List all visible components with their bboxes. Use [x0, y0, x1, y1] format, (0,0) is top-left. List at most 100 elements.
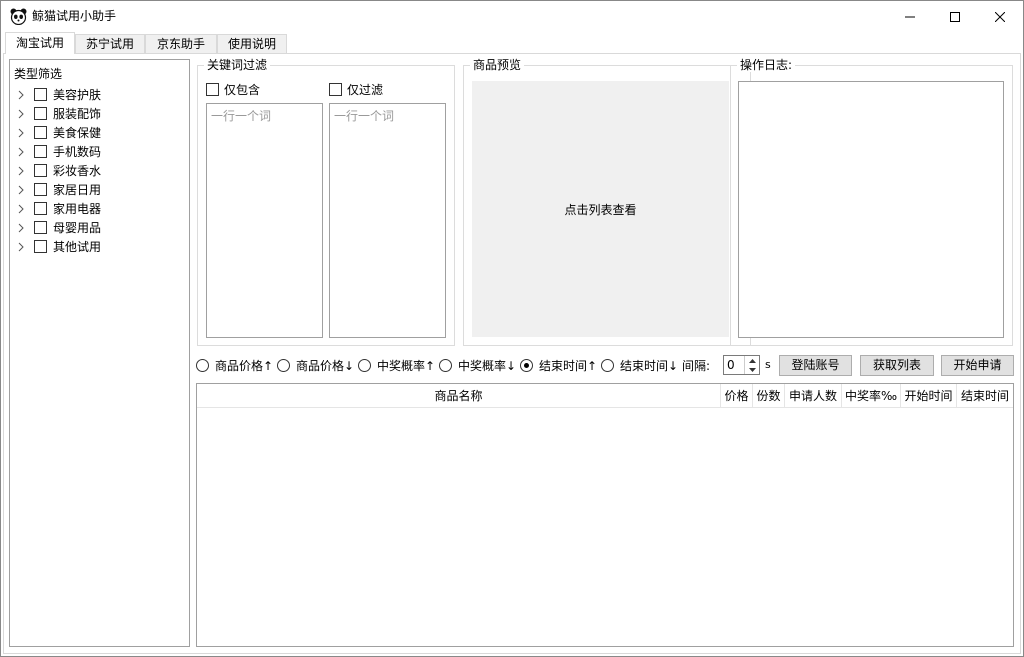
fetch-list-button[interactable]: 获取列表	[860, 355, 934, 376]
close-icon	[995, 11, 1005, 22]
close-button[interactable]	[977, 1, 1023, 32]
checkbox[interactable]	[34, 202, 47, 215]
include-placeholder: 一行一个词	[211, 109, 272, 123]
radio-label: 商品价格↓	[296, 358, 355, 373]
tree-item-label: 母婴用品	[53, 221, 102, 235]
tab-jd[interactable]: 京东助手	[145, 34, 217, 54]
checkbox[interactable]	[34, 145, 47, 158]
sort-probability-desc-radio[interactable]: 中奖概率↓	[439, 357, 516, 373]
tab-taobao[interactable]: 淘宝试用	[5, 32, 75, 54]
tree-item-beauty[interactable]: 美容护肤	[16, 85, 101, 104]
minimize-icon	[905, 16, 915, 17]
interval-unit: s	[765, 358, 771, 371]
tree-item-label: 美容护肤	[53, 88, 102, 102]
operation-log-textbox[interactable]	[738, 81, 1004, 338]
chevron-right-icon[interactable]	[16, 109, 26, 119]
chevron-right-icon[interactable]	[16, 147, 26, 157]
tab-suning[interactable]: 苏宁试用	[75, 34, 145, 54]
radio-button[interactable]	[601, 358, 614, 372]
caret-up-icon	[748, 358, 756, 363]
title-bar: 鲸猫试用小助手	[1, 1, 1023, 32]
tree-item-baby[interactable]: 母婴用品	[16, 218, 101, 237]
spin-down-button[interactable]	[744, 365, 759, 374]
tree-item-household[interactable]: 家居日用	[16, 180, 101, 199]
tree-item-label: 家用电器	[53, 202, 102, 216]
chevron-right-icon[interactable]	[16, 204, 26, 214]
checkbox[interactable]	[34, 107, 47, 120]
exclude-only-label: 仅过滤	[347, 83, 384, 97]
tree-item-cosmetics[interactable]: 彩妆香水	[16, 161, 101, 180]
radio-button[interactable]	[277, 358, 290, 372]
tree-item-label: 美食保健	[53, 126, 102, 140]
radio-label: 中奖概率↓	[458, 358, 517, 373]
checkbox[interactable]	[34, 221, 47, 234]
chevron-right-icon[interactable]	[16, 185, 26, 195]
column-header-start-time[interactable]: 开始时间	[901, 384, 957, 408]
checkbox[interactable]	[206, 83, 219, 96]
checkbox[interactable]	[34, 126, 47, 139]
radio-button-selected[interactable]	[520, 358, 533, 372]
column-header-quantity[interactable]: 份数	[753, 384, 785, 408]
radio-button[interactable]	[196, 358, 209, 372]
caret-down-icon	[748, 367, 756, 372]
tree-item-label: 手机数码	[53, 145, 102, 159]
tree-item-appliances[interactable]: 家用电器	[16, 199, 101, 218]
interval-spinner[interactable]: 0	[723, 355, 760, 375]
tree-item-label: 服装配饰	[53, 107, 102, 121]
checkbox[interactable]	[34, 183, 47, 196]
chevron-right-icon[interactable]	[16, 242, 26, 252]
radio-button[interactable]	[358, 358, 371, 372]
maximize-button[interactable]	[932, 1, 978, 32]
category-filter-title: 类型筛选	[14, 67, 63, 81]
column-header-end-time[interactable]: 结束时间	[957, 384, 1013, 408]
start-apply-button[interactable]: 开始申请	[941, 355, 1014, 376]
chevron-right-icon[interactable]	[16, 166, 26, 176]
tree-item-label: 家居日用	[53, 183, 102, 197]
product-list-table[interactable]: 商品名称 价格 份数 申请人数 中奖率‰ 开始时间 结束时间	[196, 383, 1014, 647]
checkbox[interactable]	[34, 88, 47, 101]
radio-button[interactable]	[439, 358, 452, 372]
checkbox[interactable]	[34, 240, 47, 253]
checkbox[interactable]	[34, 164, 47, 177]
app-window: 鲸猫试用小助手 淘宝试用 苏宁试用 京东助手 使用说明 类型筛选 美容护肤 服装…	[0, 0, 1024, 657]
include-only-label: 仅包含	[224, 83, 261, 97]
tree-item-digital[interactable]: 手机数码	[16, 142, 101, 161]
tree-item-food[interactable]: 美食保健	[16, 123, 101, 142]
radio-label: 中奖概率↑	[377, 358, 436, 373]
include-keywords-input[interactable]: 一行一个词	[206, 103, 323, 338]
column-header-applicants[interactable]: 申请人数	[785, 384, 842, 408]
exclude-only-checkbox[interactable]: 仅过滤	[329, 81, 383, 98]
tab-help[interactable]: 使用说明	[217, 34, 287, 54]
tree-item-apparel[interactable]: 服装配饰	[16, 104, 101, 123]
chevron-right-icon[interactable]	[16, 223, 26, 233]
tree-item-other[interactable]: 其他试用	[16, 237, 101, 256]
minimize-button[interactable]	[887, 1, 933, 32]
chevron-right-icon[interactable]	[16, 90, 26, 100]
tree-item-label: 其他试用	[53, 240, 102, 254]
preview-hint: 点击列表查看	[564, 202, 637, 217]
product-preview-title: 商品预览	[470, 58, 525, 72]
tree-item-label: 彩妆香水	[53, 164, 102, 178]
include-only-checkbox[interactable]: 仅包含	[206, 81, 260, 98]
column-header-name[interactable]: 商品名称	[197, 384, 721, 408]
sort-probability-asc-radio[interactable]: 中奖概率↑	[358, 357, 435, 373]
column-header-price[interactable]: 价格	[721, 384, 753, 408]
maximize-icon	[950, 11, 960, 22]
column-header-win-rate[interactable]: 中奖率‰	[842, 384, 901, 408]
exclude-placeholder: 一行一个词	[334, 109, 395, 123]
window-title: 鲸猫试用小助手	[32, 9, 117, 23]
interval-value[interactable]: 0	[727, 358, 735, 372]
sort-price-desc-radio[interactable]: 商品价格↓	[277, 357, 354, 373]
product-preview-area[interactable]: 点击列表查看	[472, 81, 729, 337]
sort-price-asc-radio[interactable]: 商品价格↑	[196, 357, 273, 373]
radio-label: 结束时间↓	[620, 358, 679, 373]
chevron-right-icon[interactable]	[16, 128, 26, 138]
exclude-keywords-input[interactable]: 一行一个词	[329, 103, 446, 338]
login-button[interactable]: 登陆账号	[779, 355, 852, 376]
sort-endtime-asc-radio[interactable]: 结束时间↑	[520, 357, 597, 373]
radio-label: 结束时间↑	[539, 358, 598, 373]
spin-up-button[interactable]	[744, 356, 759, 365]
sort-endtime-desc-radio[interactable]: 结束时间↓	[601, 357, 678, 373]
panda-icon	[10, 8, 27, 25]
checkbox[interactable]	[329, 83, 342, 96]
